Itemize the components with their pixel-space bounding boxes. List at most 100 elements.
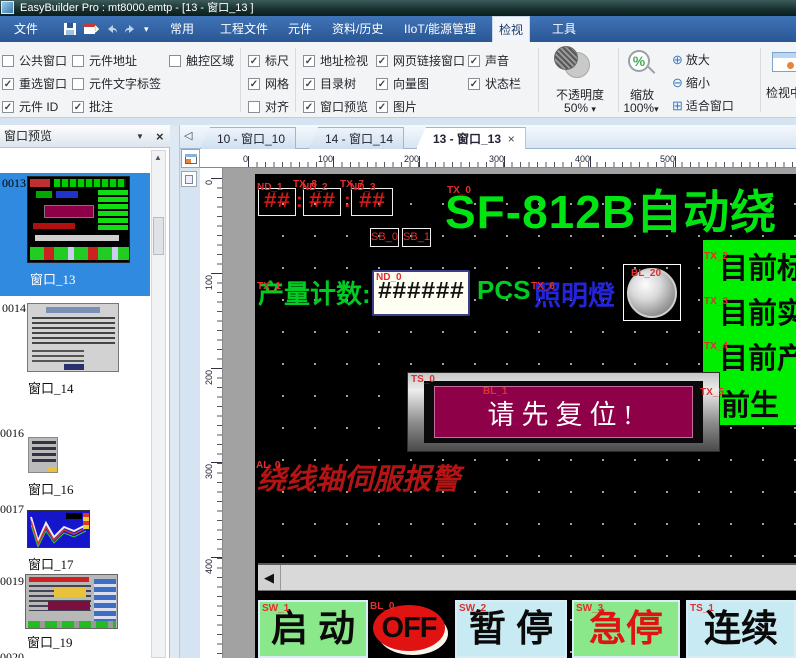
checkbox-web-link-window[interactable]: ✓ <box>376 55 388 67</box>
checkbox-element-address[interactable] <box>72 55 84 67</box>
list-item-window-19[interactable]: 0019 窗口_19 <box>0 572 150 650</box>
off-lamp-button[interactable]: BL_0 OFF <box>368 600 453 658</box>
counter-label-text[interactable]: 产量计数: <box>258 274 371 311</box>
opacity-icon[interactable] <box>552 46 610 82</box>
panel-close-icon[interactable]: × <box>156 125 164 148</box>
checkbox-label: 标尺 <box>265 54 289 68</box>
panel-row-text[interactable]: 前生 <box>721 382 779 424</box>
list-item-window-13[interactable]: 0013 窗口_13 <box>0 173 150 296</box>
panel-title: 窗口预览 <box>4 125 52 148</box>
continuous-button[interactable]: TS_1 连续 <box>686 600 796 658</box>
menu-file[interactable]: 文件 <box>8 16 44 42</box>
checkbox-element-text-label[interactable] <box>72 78 84 90</box>
window-number: 0013 <box>2 176 26 191</box>
checkbox-touch-area[interactable] <box>169 55 181 67</box>
menu-tab-tool[interactable]: 工具 <box>546 16 582 42</box>
redo-icon[interactable] <box>122 21 138 37</box>
hmi-scrollbar-element[interactable]: ◀ <box>258 563 796 591</box>
panel-splitter[interactable] <box>170 125 180 658</box>
checkbox-label: 元件文字标签 <box>89 77 161 91</box>
save-icon[interactable] <box>62 21 78 37</box>
list-item-window-14[interactable]: 0014 窗口_14 <box>0 298 150 403</box>
undo-icon[interactable] <box>104 21 120 37</box>
checkbox-reselect-window[interactable]: ✓ <box>2 78 14 90</box>
tab-window-14[interactable]: 14 - 窗口_14 <box>308 127 404 149</box>
emergency-stop-button[interactable]: SW_3 急停 <box>572 600 680 658</box>
checkbox-directory-tree[interactable]: ✓ <box>303 78 315 90</box>
checkbox-align[interactable] <box>248 101 260 113</box>
panel-row-text[interactable]: 目前实 <box>719 290 796 332</box>
pause-button[interactable]: SW_2 暂 停 <box>455 600 567 658</box>
menu-tab-home[interactable]: 常用 <box>164 16 200 42</box>
counter-unit-text[interactable]: PCS <box>477 275 530 306</box>
caret-down-icon: ▾ <box>591 104 596 114</box>
list-item-window-17[interactable]: 0017 窗口_17 <box>0 500 150 572</box>
menu-tab-project[interactable]: 工程文件 <box>214 16 274 42</box>
zoom-value[interactable]: 100%▾ <box>610 101 672 115</box>
menu-tab-iiot-energy[interactable]: IIoT/能源管理 <box>398 16 482 42</box>
tab-window-10[interactable]: 10 - 窗口_10 <box>200 127 296 149</box>
element-id-label: BL_20 <box>631 269 661 279</box>
scrollbar-thumb[interactable] <box>153 217 164 255</box>
fit-window-button[interactable]: ⊞适合窗口 <box>672 97 734 114</box>
tab-window-13[interactable]: 13 - 窗口_13 × <box>416 127 526 149</box>
bit-lamp-element[interactable]: BL_20 <box>623 264 681 321</box>
checkbox-status-bar[interactable]: ✓ <box>468 78 480 90</box>
opacity-value[interactable]: 50% ▾ <box>545 101 615 115</box>
checkbox-annotation[interactable]: ✓ <box>72 101 84 113</box>
ribbon-separator <box>295 48 296 112</box>
fit-window-icon: ⊞ <box>672 98 683 113</box>
alarm-bar-text[interactable]: 绕线轴伺服报警 <box>257 456 460 498</box>
element-id-label: TX_3 <box>704 297 728 307</box>
checkbox-label: 网格 <box>265 77 289 91</box>
display-inner-frame: 请先复位! <box>424 381 703 443</box>
start-button[interactable]: SW_1 启 动 <box>258 600 368 658</box>
element-id-label: TX_4 <box>704 342 728 352</box>
thumbnail-window-17 <box>27 510 90 548</box>
set-bit-element-sb1[interactable]: SB_1 <box>402 228 431 247</box>
display-screen: 请先复位! <box>434 386 693 438</box>
checkbox-ruler[interactable]: ✓ <box>248 55 260 67</box>
panel-row-text[interactable]: 目前标 <box>719 245 796 287</box>
lamp-label-text[interactable]: 照明燈 <box>534 274 615 313</box>
export-icon[interactable] <box>83 21 99 37</box>
checkbox-label: 向量图 <box>393 77 429 91</box>
scroll-up-icon[interactable]: ▲ <box>154 153 162 162</box>
checkbox-address-view[interactable]: ✓ <box>303 55 315 67</box>
element-id-label: BL_0 <box>370 602 394 612</box>
menu-tab-view[interactable]: 检视 <box>492 16 530 42</box>
address-monitor-icon[interactable] <box>772 52 796 72</box>
checkbox-window-preview[interactable]: ✓ <box>303 101 315 113</box>
sidebar-scrollbar[interactable]: ▲ <box>151 150 166 658</box>
window-title: EasyBuilder Pro : mt8000.emtp - [13 - 窗口… <box>20 0 254 16</box>
checkbox-picture[interactable]: ✓ <box>376 101 388 113</box>
title-bar: EasyBuilder Pro : mt8000.emtp - [13 - 窗口… <box>0 0 796 16</box>
checkbox-label: 窗口预览 <box>320 100 368 114</box>
set-bit-element-sb0[interactable]: SB_0 <box>370 228 399 247</box>
ruler-corner-icon[interactable] <box>181 149 200 168</box>
message-display-bezel[interactable]: 请先复位! <box>407 372 720 452</box>
zoom-out-button[interactable]: ⊖缩小 <box>672 74 710 91</box>
hmi-title-text[interactable]: SF-812B自动绕 <box>445 176 777 242</box>
zoom-in-button[interactable]: ⊕放大 <box>672 51 710 68</box>
checkbox-sound[interactable]: ✓ <box>468 55 480 67</box>
list-item-window-16[interactable]: 0016 窗口_16 <box>0 423 150 495</box>
checkbox-common-window[interactable] <box>2 55 14 67</box>
panel-row-text[interactable]: 目前产 <box>719 335 796 377</box>
element-id-label: TS_0 <box>411 375 435 385</box>
tab-close-icon[interactable]: × <box>508 132 515 146</box>
thumbnail-window-19 <box>25 574 118 629</box>
checkbox-element-id[interactable]: ✓ <box>2 101 14 113</box>
checkbox-vector-graphics[interactable]: ✓ <box>376 78 388 90</box>
menu-tab-data-history[interactable]: 资料/历史 <box>326 16 389 42</box>
list-item-window-20[interactable]: 0020 窗口_20 <box>0 648 150 658</box>
panel-dropdown-icon[interactable]: ▼ <box>136 125 144 148</box>
ruler-options-icon[interactable] <box>181 171 197 187</box>
element-id-label: SW_1 <box>262 604 289 614</box>
tab-scroll-left-icon[interactable]: ◁ <box>184 129 192 142</box>
hmi-design-canvas[interactable]: ND_1 ## TX_8 : ND_2 ## TX_7 : ND_3 ## SB… <box>255 174 796 658</box>
scroll-left-icon[interactable]: ◀ <box>258 565 281 590</box>
menu-tab-object[interactable]: 元件 <box>282 16 318 42</box>
checkbox-grid[interactable]: ✓ <box>248 78 260 90</box>
quickbar-caret-icon[interactable]: ▾ <box>138 16 155 42</box>
